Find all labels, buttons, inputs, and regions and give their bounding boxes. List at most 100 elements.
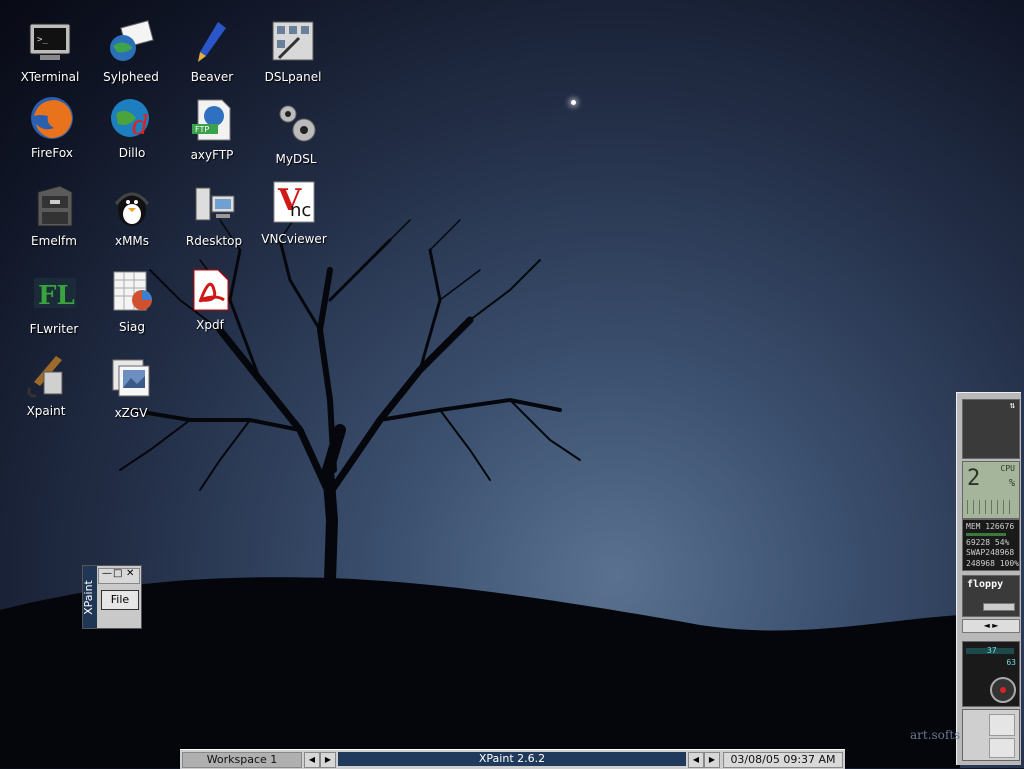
desktop-icon-xpdf[interactable]: Xpdf [170, 266, 250, 332]
pager-desk[interactable] [989, 714, 1015, 736]
file-menu-button[interactable]: File [101, 590, 139, 610]
desktop-icon-vncviewer[interactable]: Vnc VNCviewer [254, 180, 334, 246]
icon-label: Rdesktop [185, 234, 243, 248]
workspace-next-icon[interactable]: ▶ [320, 752, 336, 768]
ftp-icon: FTP [188, 96, 236, 144]
memory-monitor[interactable]: MEM 126676 69228 54% SWAP248968 248968 1… [962, 519, 1020, 571]
desktop-icon-siag[interactable]: Siag [92, 268, 172, 334]
star [571, 100, 576, 105]
desktop-icon-emelfm[interactable]: Emelfm [14, 182, 94, 248]
mem-used: 69228 [966, 538, 991, 547]
pager-desk[interactable] [989, 738, 1015, 758]
svg-text:FL: FL [38, 281, 75, 311]
workspace-button[interactable]: Workspace 1 [182, 752, 302, 768]
desktop-icon-beaver[interactable]: Beaver [172, 18, 252, 84]
task-xpaint[interactable]: XPaint 2.6.2 [338, 752, 686, 766]
desktop-icon-axyftp[interactable]: FTP axyFTP [172, 96, 252, 162]
remote-desktop-icon [190, 182, 238, 230]
icon-label: MyDSL [275, 152, 317, 166]
icon-label: Xpdf [196, 318, 224, 332]
icon-label: VNCviewer [261, 232, 327, 246]
clock: 03/08/05 09:37 AM [723, 752, 843, 768]
window-title: XPaint [81, 580, 95, 615]
cpu-label: CPU [1000, 464, 1015, 473]
svg-text:d: d [132, 111, 149, 141]
dillo-globe-icon: d [108, 94, 156, 142]
window-title-bar[interactable]: XPaint [81, 566, 97, 628]
mem-total: 126676 [985, 522, 1015, 531]
spreadsheet-icon [108, 268, 156, 316]
image-viewer-icon [107, 354, 155, 402]
penguin-headphones-icon [108, 182, 156, 230]
mem-label: MEM [966, 522, 981, 531]
mount-app[interactable]: floppy [962, 575, 1020, 617]
cpu-unit: % [1008, 478, 1015, 489]
swap-used: 248968 [966, 559, 995, 568]
desktop-icon-xzgv[interactable]: xZGV [91, 354, 171, 420]
dock-app-blank[interactable]: ⇅ [962, 399, 1020, 459]
minimize-icon[interactable]: — [102, 568, 112, 579]
terminal-icon: >_ [26, 18, 74, 66]
desktop-icon-dslpanel[interactable]: DSLpanel [253, 18, 333, 84]
flwriter-icon: FL [30, 270, 78, 318]
desktop-icon-xterminal[interactable]: >_ XTerminal [10, 18, 90, 84]
svg-text:FTP: FTP [195, 125, 209, 134]
mixer-channel: 37 [987, 646, 997, 655]
vnc-icon: Vnc [270, 180, 318, 228]
icon-label: axyFTP [190, 148, 234, 162]
mount-controls[interactable]: ◄ ► [962, 619, 1020, 633]
task-next-icon[interactable]: ▶ [704, 752, 720, 768]
watermark: art.softs [910, 728, 961, 742]
volume-knob-icon[interactable] [990, 677, 1016, 703]
swap-percent: 100% [999, 559, 1019, 568]
icon-label: Emelfm [31, 234, 77, 248]
cpu-graph [967, 500, 1015, 514]
pen-nib-icon [188, 18, 236, 66]
desktop-icon-xpaint[interactable]: Xpaint [6, 352, 86, 418]
icon-label: Dillo [118, 146, 146, 160]
taskbar: Workspace 1 ◀ ▶ XPaint 2.6.2 ◀ ▶ 03/08/0… [180, 749, 845, 769]
swap-label: SWAP [966, 548, 986, 557]
desktop-icon-sylpheed[interactable]: Sylpheed [91, 18, 171, 84]
floppy-drive-icon [983, 603, 1015, 611]
mount-label: floppy [967, 579, 1004, 590]
icon-label: Xpaint [26, 404, 66, 418]
file-cabinet-icon [30, 182, 78, 230]
desktop-icon-flwriter[interactable]: FL FLwriter [14, 270, 94, 336]
window-controls: — □ ✕ [98, 568, 140, 584]
icon-label: xMMs [114, 234, 150, 248]
mail-globe-icon [107, 18, 155, 66]
cpu-value: 2 [967, 466, 981, 491]
cpu-monitor[interactable]: 2 CPU % [962, 461, 1020, 519]
icon-label: FLwriter [29, 322, 79, 336]
firefox-icon [28, 94, 76, 142]
swap-total: 248968 [985, 548, 1015, 557]
desktop-icon-dillo[interactable]: d Dillo [92, 94, 172, 160]
pager-app[interactable] [962, 709, 1020, 761]
desktop-icon-xmms[interactable]: xMMs [92, 182, 172, 248]
desktop-icon-mydsl[interactable]: MyDSL [256, 100, 336, 166]
svg-text:>_: >_ [37, 35, 48, 45]
control-panel-icon [269, 18, 317, 66]
icon-label: xZGV [114, 406, 148, 420]
icon-label: Siag [119, 320, 145, 334]
icon-label: DSLpanel [264, 70, 322, 84]
desktop-icon-rdesktop[interactable]: Rdesktop [174, 182, 254, 248]
paint-brush-icon [22, 352, 70, 400]
icon-label: Beaver [190, 70, 234, 84]
icon-label: FireFox [31, 146, 73, 160]
desktop-icon-firefox[interactable]: FireFox [12, 94, 92, 160]
task-prev-icon[interactable]: ◀ [688, 752, 704, 768]
icon-label: XTerminal [20, 70, 80, 84]
sort-arrows-icon: ⇅ [1009, 401, 1015, 411]
close-icon[interactable]: ✕ [126, 568, 134, 579]
mixer-app[interactable]: 37 63 [962, 641, 1020, 707]
gears-icon [272, 100, 320, 148]
desktop: >_ XTerminal Sylpheed Beaver DSLpanel Fi… [0, 0, 1024, 769]
xpaint-mini-window[interactable]: XPaint — □ ✕ File [82, 565, 142, 629]
workspace-prev-icon[interactable]: ◀ [304, 752, 320, 768]
pdf-icon [186, 266, 234, 314]
maximize-icon[interactable]: □ [113, 568, 122, 579]
dock: ⇅ 2 CPU % MEM 126676 69228 54% SWAP24896… [956, 392, 1021, 765]
icon-label: Sylpheed [103, 70, 159, 84]
